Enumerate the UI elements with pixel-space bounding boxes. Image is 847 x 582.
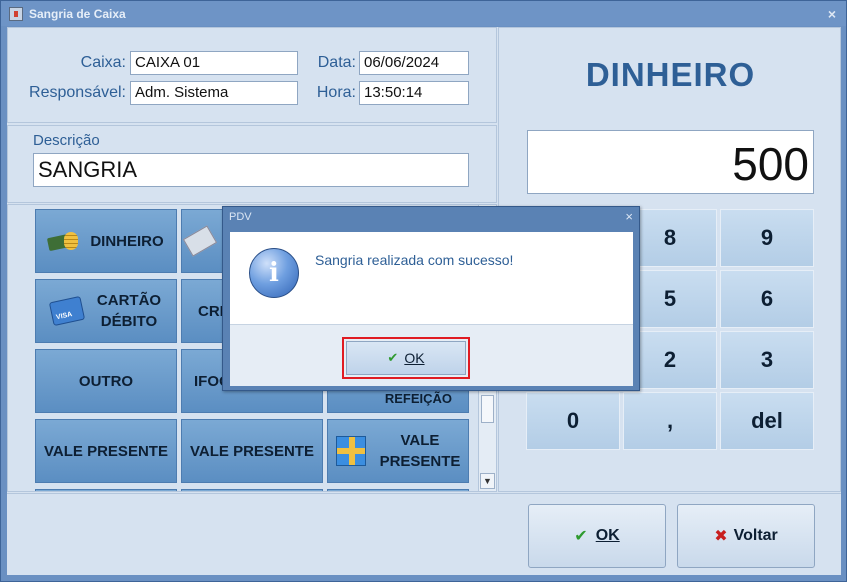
cash-coins-icon [48, 230, 79, 252]
key-3[interactable]: 3 [720, 331, 814, 389]
header-panel: Caixa: CAIXA 01 Data: 06/06/2024 Respons… [7, 27, 497, 123]
info-icon: i [249, 248, 299, 298]
dialog-ok-button[interactable]: ✔ OK [346, 341, 466, 375]
payment-cartao-debito-button[interactable]: CARTÃO DÉBITO [35, 279, 177, 343]
key-0[interactable]: 0 [526, 392, 620, 450]
x-mark-icon: ✖ [714, 528, 728, 545]
dialog-message: Sangria realizada com sucesso! [315, 252, 514, 268]
payment-outro-button[interactable]: OUTRO [35, 349, 177, 413]
app-icon [9, 6, 23, 21]
payment-vale-presente-button-3[interactable]: VALE PRESENTE [327, 419, 469, 483]
credit-card-icon [48, 295, 86, 327]
descricao-input[interactable]: SANGRIA [33, 153, 469, 187]
key-del[interactable]: del [720, 392, 814, 450]
payment-type-title: DINHEIRO [585, 56, 756, 93]
payment-button-row5-3[interactable] [327, 489, 469, 491]
close-icon[interactable]: × [822, 6, 842, 22]
caixa-label: Caixa: [80, 54, 126, 71]
dialog-title: PDV [229, 211, 252, 223]
window-title: Sangria de Caixa [29, 6, 126, 21]
title-bar: Sangria de Caixa × [1, 1, 846, 26]
data-field[interactable]: 06/06/2024 [359, 51, 469, 75]
scroll-down-icon[interactable]: ▼ [480, 473, 495, 489]
payment-button-row5-2[interactable] [181, 489, 323, 491]
dialog-close-icon[interactable]: × [625, 209, 633, 224]
amount-display[interactable]: 500 [527, 130, 814, 194]
payment-dinheiro-button[interactable]: DINHEIRO [35, 209, 177, 273]
checkmark-icon: ✔ [574, 528, 588, 545]
ok-button[interactable]: ✔ OK [528, 504, 666, 568]
gift-icon [335, 436, 366, 466]
dialog-body: i Sangria realizada com sucesso! [230, 232, 633, 324]
key-9[interactable]: 9 [720, 209, 814, 267]
payment-button-row5-1[interactable] [35, 489, 177, 491]
key-comma[interactable]: , [623, 392, 717, 450]
success-dialog: PDV × i Sangria realizada com sucesso! ✔… [222, 206, 640, 391]
payment-vale-presente-button-2[interactable]: VALE PRESENTE [181, 419, 323, 483]
checkmark-icon: ✔ [387, 350, 399, 365]
voltar-button[interactable]: ✖ Voltar [677, 504, 815, 568]
descricao-label: Descrição [33, 132, 100, 149]
data-label: Data: [317, 54, 356, 71]
key-6[interactable]: 6 [720, 270, 814, 328]
dialog-ok-highlight: ✔ OK [342, 337, 470, 379]
check-icon [182, 225, 218, 257]
caixa-field[interactable]: CAIXA 01 [130, 51, 298, 75]
payment-vale-presente-button-1[interactable]: VALE PRESENTE [35, 419, 177, 483]
responsavel-label: Responsável: [29, 84, 126, 101]
responsavel-field[interactable]: Adm. Sistema [130, 81, 298, 105]
description-panel: Descrição SANGRIA [7, 125, 497, 203]
dialog-footer: ✔ OK [230, 324, 633, 386]
hora-label: Hora: [316, 84, 356, 101]
hora-field[interactable]: 13:50:14 [359, 81, 469, 105]
scroll-thumb[interactable] [481, 395, 494, 423]
action-bar: ✔ OK ✖ Voltar [7, 493, 841, 575]
